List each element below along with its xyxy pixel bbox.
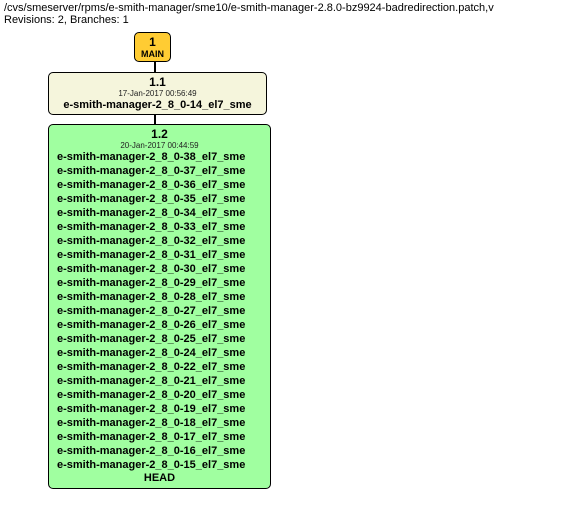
revision-tag: e-smith-manager-2_8_0-27_el7_sme xyxy=(57,304,262,318)
revision-tag: e-smith-manager-2_8_0-18_el7_sme xyxy=(57,416,262,430)
revision-tag: e-smith-manager-2_8_0-17_el7_sme xyxy=(57,430,262,444)
revision-tag: e-smith-manager-2_8_0-34_el7_sme xyxy=(57,206,262,220)
revision-tag: e-smith-manager-2_8_0-20_el7_sme xyxy=(57,388,262,402)
revision-tag: e-smith-manager-2_8_0-25_el7_sme xyxy=(57,332,262,346)
revision-stats: Revisions: 2, Branches: 1 xyxy=(0,14,578,30)
branch-node-main[interactable]: 1 MAIN xyxy=(134,32,171,62)
revision-tag: e-smith-manager-2_8_0-32_el7_sme xyxy=(57,234,262,248)
revision-date: 17-Jan-2017 00:56:49 xyxy=(55,89,260,98)
head-tag: HEAD xyxy=(57,472,262,484)
revision-tag: e-smith-manager-2_8_0-37_el7_sme xyxy=(57,164,262,178)
revision-tag: e-smith-manager-2_8_0-30_el7_sme xyxy=(57,262,262,276)
revision-tag: e-smith-manager-2_8_0-28_el7_sme xyxy=(57,290,262,304)
revision-tag: e-smith-manager-2_8_0-31_el7_sme xyxy=(57,248,262,262)
revision-node-1-2[interactable]: 1.2 20-Jan-2017 00:44:59 e-smith-manager… xyxy=(48,124,271,489)
revision-tag: e-smith-manager-2_8_0-14_el7_sme xyxy=(55,98,260,112)
revision-number: 1.2 xyxy=(57,127,262,141)
revision-tag: e-smith-manager-2_8_0-38_el7_sme xyxy=(57,150,262,164)
revision-tag: e-smith-manager-2_8_0-16_el7_sme xyxy=(57,444,262,458)
revision-tag: e-smith-manager-2_8_0-21_el7_sme xyxy=(57,374,262,388)
revision-tag: e-smith-manager-2_8_0-15_el7_sme xyxy=(57,458,262,472)
revision-tag: e-smith-manager-2_8_0-24_el7_sme xyxy=(57,346,262,360)
revision-tag: e-smith-manager-2_8_0-29_el7_sme xyxy=(57,276,262,290)
branch-number: 1 xyxy=(141,35,164,49)
revision-tag: e-smith-manager-2_8_0-35_el7_sme xyxy=(57,192,262,206)
revision-tag: e-smith-manager-2_8_0-26_el7_sme xyxy=(57,318,262,332)
revision-date: 20-Jan-2017 00:44:59 xyxy=(57,141,262,150)
revision-tag: e-smith-manager-2_8_0-22_el7_sme xyxy=(57,360,262,374)
revision-tag: e-smith-manager-2_8_0-19_el7_sme xyxy=(57,402,262,416)
branch-name: MAIN xyxy=(141,49,164,59)
revision-number: 1.1 xyxy=(55,75,260,89)
revision-graph: 1 MAIN 1.1 17-Jan-2017 00:56:49 e-smith-… xyxy=(0,30,578,510)
revision-tag: e-smith-manager-2_8_0-33_el7_sme xyxy=(57,220,262,234)
revision-tag: e-smith-manager-2_8_0-36_el7_sme xyxy=(57,178,262,192)
repo-path: /cvs/smeserver/rpms/e-smith-manager/sme1… xyxy=(0,0,578,14)
revision-node-1-1[interactable]: 1.1 17-Jan-2017 00:56:49 e-smith-manager… xyxy=(48,72,267,115)
